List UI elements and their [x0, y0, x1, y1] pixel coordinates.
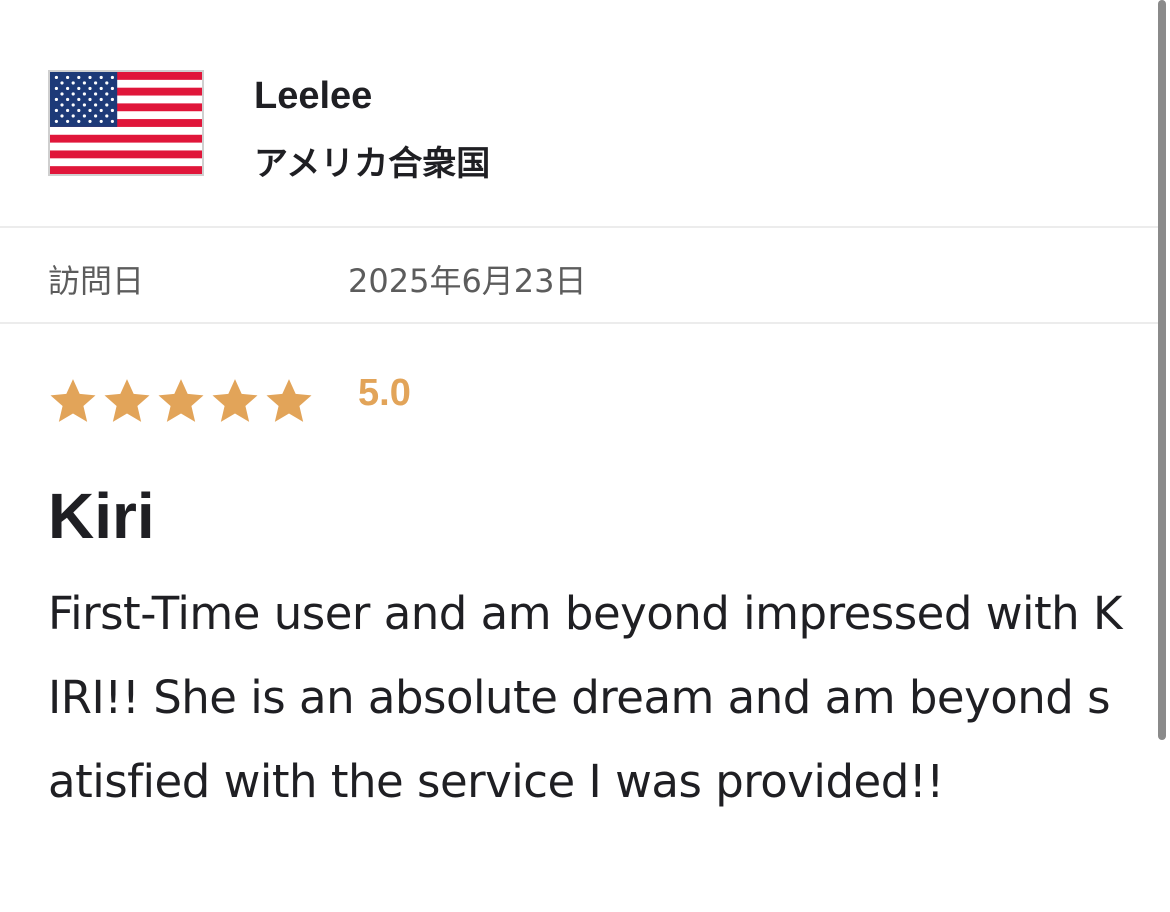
us-flag-icon [48, 70, 204, 176]
reviewer-header: Leelee アメリカ合衆国 [48, 70, 490, 184]
star-icon [50, 379, 96, 422]
star-icon [104, 379, 150, 422]
star-icon [212, 379, 258, 422]
divider [0, 226, 1158, 228]
star-icon [158, 379, 204, 422]
reviewer-country: アメリカ合衆国 [254, 144, 491, 184]
review-page: Leelee アメリカ合衆国 訪問日 2025年6月23日 5.0 Kiri F… [0, 0, 1170, 912]
visit-date-row: 訪問日 2025年6月23日 [48, 256, 587, 302]
star-rating [48, 376, 318, 426]
star-icon [266, 379, 312, 422]
rating-value: 5.0 [358, 371, 411, 414]
scrollbar[interactable] [1158, 0, 1166, 740]
visit-date-value: 2025年6月23日 [348, 262, 587, 300]
reviewer-name: Leelee [254, 75, 373, 117]
rating-row: 5.0 [48, 372, 411, 426]
divider [0, 322, 1158, 324]
review-title: Kiri [48, 480, 155, 552]
reviewer-info: Leelee アメリカ合衆国 [254, 74, 490, 184]
visit-date-label: 訪問日 [48, 262, 145, 300]
review-body: First-Time user and am beyond impressed … [48, 587, 1123, 808]
